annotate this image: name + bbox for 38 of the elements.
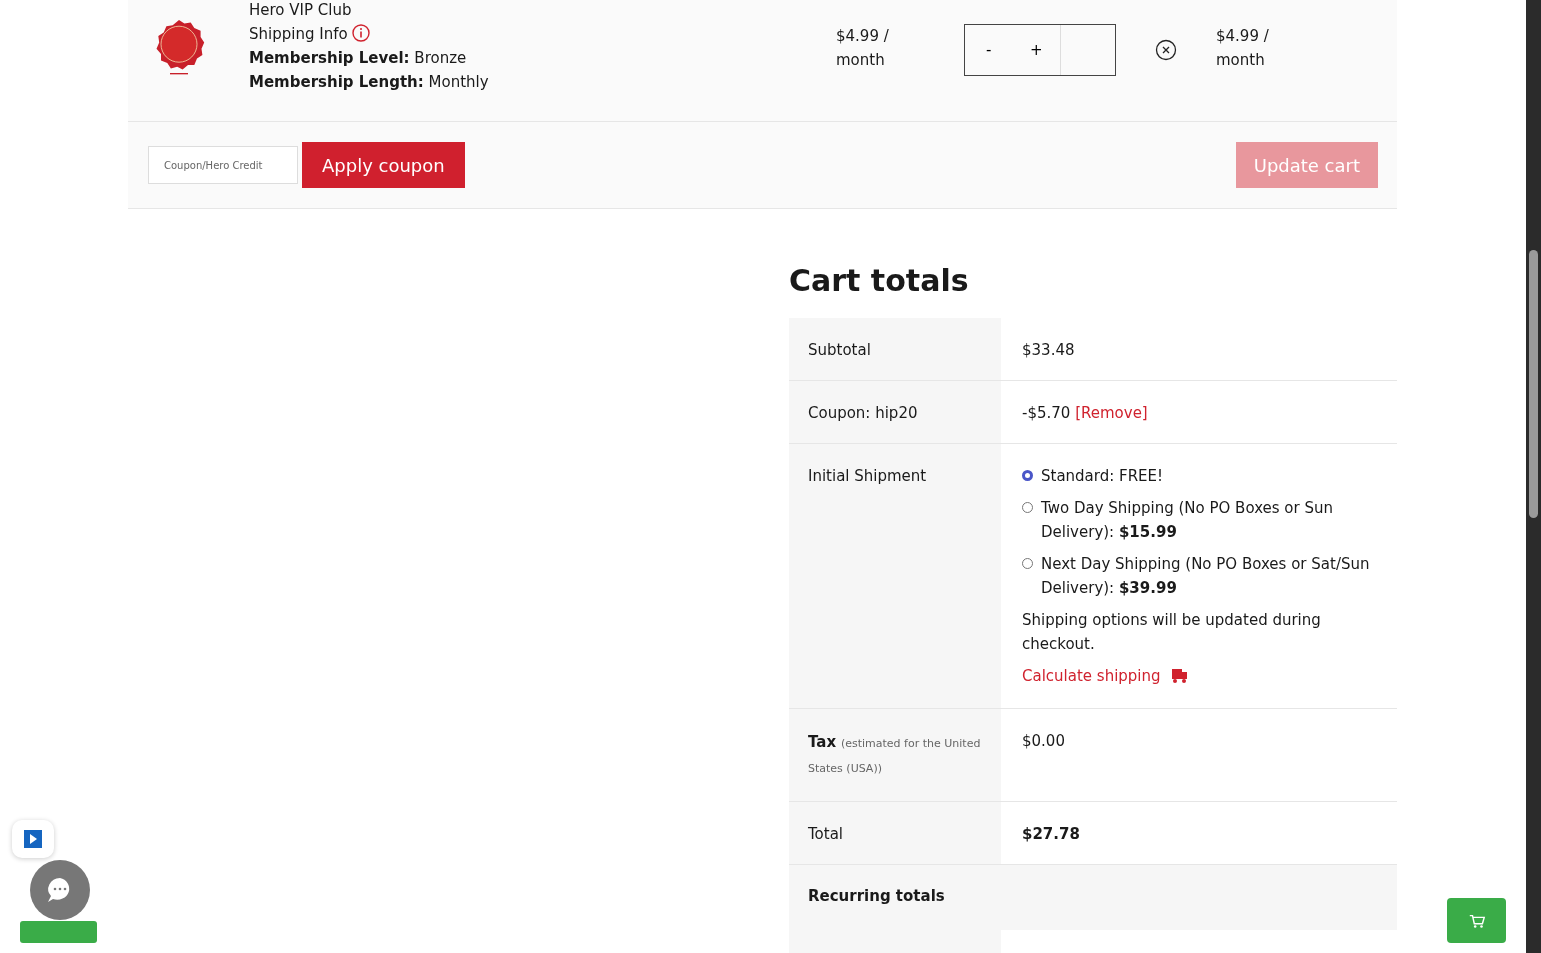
radio-button[interactable] xyxy=(1022,558,1033,569)
info-icon[interactable] xyxy=(351,24,370,42)
remove-coupon-link[interactable]: [Remove] xyxy=(1075,404,1148,422)
play-icon xyxy=(24,830,42,848)
shipping-option-label[interactable]: Standard: FREE! xyxy=(1041,464,1164,488)
table-cell: $0.00 xyxy=(1022,732,1065,750)
scrollbar[interactable] xyxy=(1526,0,1541,953)
table-header-cell: Coupon: hip20 xyxy=(789,381,1001,443)
remove-icon[interactable] xyxy=(1155,39,1177,61)
discount-amount: -$5.70 xyxy=(1022,404,1071,422)
product-subtotal: $4.99 / month xyxy=(1216,26,1270,71)
product-price: $4.99 / month xyxy=(836,26,890,71)
radio-button[interactable] xyxy=(1022,470,1033,481)
table-cell: $33.48 xyxy=(1022,341,1075,359)
coupon-field[interactable]: Coupon/Hero Credit xyxy=(148,146,298,184)
decrease-button[interactable]: - xyxy=(965,25,1013,75)
shipping-info-label: Shipping Info xyxy=(249,24,348,45)
calculate-shipping-link[interactable]: Calculate shipping xyxy=(1022,664,1161,688)
increase-button[interactable]: + xyxy=(1012,25,1060,75)
shipping-option-label[interactable]: Next Day Shipping (No PO Boxes or Sat/Sun Delivery): $39.99 xyxy=(1041,552,1377,600)
shipping-note: Shipping options will be updated during checkout. xyxy=(1022,610,1322,655)
table-cell: $27.78 xyxy=(1022,825,1080,843)
membership-detail: Membership Level: Bronze xyxy=(249,48,468,69)
cart-totals-heading: Cart totals xyxy=(789,263,970,298)
shipping-option-label[interactable]: Two Day Shipping (No PO Boxes or Sun Delivery): $15.99 xyxy=(1041,496,1377,544)
table-header-cell: Tax (estimated for the United States (USA)) xyxy=(789,709,1001,801)
apply-coupon-button[interactable]: Apply coupon xyxy=(302,142,465,188)
table-header-cell: Total xyxy=(789,802,1001,864)
table-header-cell: Recurring totals xyxy=(789,865,1397,930)
quantity-stepper[interactable]: - + xyxy=(964,24,1116,76)
table-header-cell: Subtotal xyxy=(789,318,1001,380)
radio-button[interactable] xyxy=(1022,502,1033,513)
video-button[interactable] xyxy=(12,820,54,858)
product-name: Hero VIP Club xyxy=(249,0,353,21)
chat-button[interactable] xyxy=(30,860,90,920)
table-header-cell: Initial Shipment xyxy=(789,444,1001,708)
truck-icon xyxy=(1170,668,1189,684)
membership-detail: Membership Length: Monthly xyxy=(249,72,490,93)
